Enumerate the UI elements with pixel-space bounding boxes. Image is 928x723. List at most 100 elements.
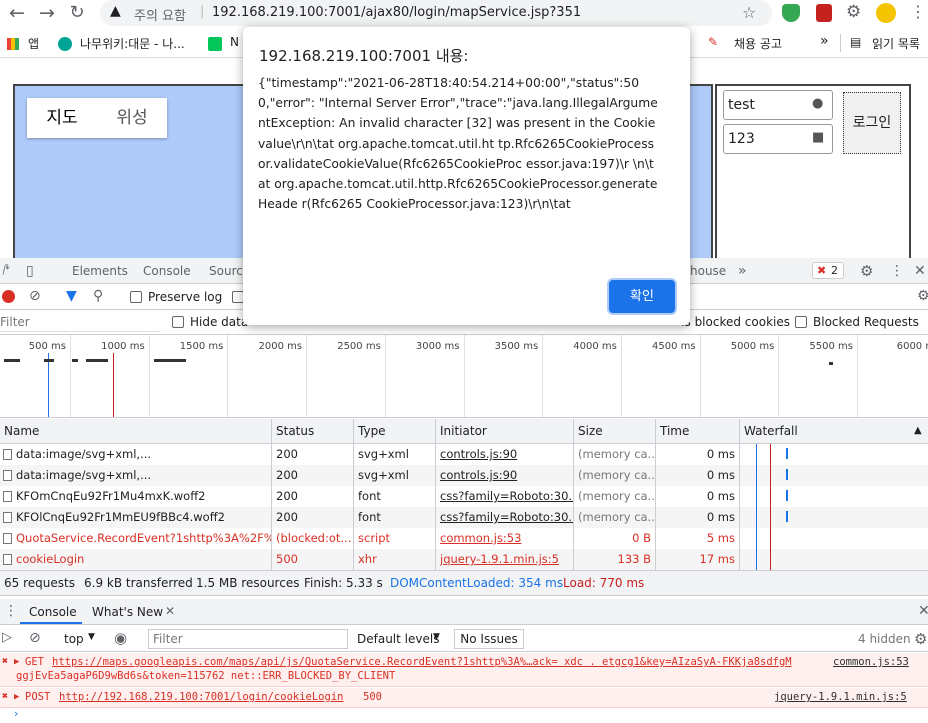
ublock-extension-icon[interactable] [816,4,832,22]
col-time[interactable]: Time [656,419,740,444]
error-icon: ✖ [2,691,9,702]
sidebar-toggle-icon[interactable]: ▷ [2,630,12,645]
eye-icon[interactable]: ◉ [114,629,127,647]
dialog-message-scroll[interactable]: {"timestamp":"2021-06-28T18:40:54.214+00… [258,73,674,263]
tab-console[interactable]: Console [143,258,191,284]
user-icon: ● [812,96,824,111]
cell-name: data:image/svg+xml,... [0,444,272,465]
search-icon[interactable]: ⚲ [93,288,103,304]
col-type[interactable]: Type [354,419,436,444]
bookmark-naver[interactable]: N [230,35,239,49]
network-settings-icon[interactable]: ⚙ [917,288,928,304]
table-row[interactable]: KFOlCnqEu92Fr1MmEU9fBBc4.woff2 200 font css… [0,507,928,528]
error-icon: ✖ [817,264,827,277]
preserve-log-checkbox[interactable] [130,291,142,303]
tab-lighthouse[interactable]: house [690,258,726,284]
cell-initiator[interactable]: controls.js:90 [436,444,574,465]
menu-kebab-icon[interactable]: ⋮ [910,2,926,21]
file-icon [3,533,12,544]
profile-avatar[interactable] [876,3,896,23]
table-row[interactable]: KFOmCnqEu92Fr1Mu4mxK.woff2 200 font css?fam… [0,486,928,507]
settings-gear-icon[interactable]: ⚙ [860,258,873,284]
star-icon[interactable]: ☆ [742,3,756,22]
expand-triangle-icon[interactable]: ▶ [14,657,19,667]
bookmark-jobs[interactable]: 채용 공고 [734,35,782,52]
drawer-menu-icon[interactable]: ⋮ [4,603,18,619]
cell-initiator[interactable]: jquery-1.9.1.min.js:5 [436,549,574,570]
console-clear-icon[interactable]: ⊘ [29,630,41,646]
col-waterfall[interactable]: Waterfall [740,419,928,444]
timeline-tick-label: 5500 ms [809,341,853,352]
bookmark-overflow[interactable]: » [820,33,829,49]
bookmark-reading-list[interactable]: 읽기 목록 [872,35,920,52]
col-initiator[interactable]: Initiator [436,419,574,444]
load-time: Load: 770 ms [563,576,645,590]
message-url[interactable]: https://maps.googleapis.com/maps/api/js/… [52,656,827,668]
apps-grid-icon[interactable] [7,38,19,50]
bookmark-apps[interactable]: 앱 [28,35,39,52]
table-row[interactable]: data:image/svg+xml,... 200 svg+xml controls… [0,444,928,465]
timeline-gridline [306,335,308,417]
close-devtools-icon[interactable]: ✕ [914,258,926,284]
map-tab[interactable]: 지도 [27,98,97,138]
timeline-tick-label: 5000 ms [730,341,775,352]
table-row[interactable]: data:image/svg+xml,... 200 svg+xml controls… [0,465,928,486]
password-field[interactable]: 123 ■ [723,124,833,154]
timeline-tick-label: 3000 ms [415,341,460,352]
warning-icon[interactable]: ▲ [110,3,121,19]
device-toggle-icon[interactable]: ▯ [26,258,34,284]
more-tabs-icon[interactable]: » [738,258,747,284]
file-icon [3,449,12,460]
record-icon[interactable] [2,290,15,303]
log-levels-dropdown[interactable]: Default levels [357,632,439,646]
close-whats-new-icon[interactable]: ✕ [165,604,175,618]
col-size[interactable]: Size [574,419,656,444]
col-status[interactable]: Status [272,419,354,444]
close-drawer-icon[interactable]: ✕ [918,603,928,619]
bookmark-namuwiki[interactable]: 나무위키:대문 - 나... [80,35,185,52]
expand-triangle-icon[interactable]: ▶ [14,692,19,702]
issues-button[interactable]: No Issues [454,629,524,649]
cell-initiator[interactable]: css?family=Roboto:30... [436,486,574,507]
url-text[interactable]: 192.168.219.100:7001/ajax80/login/mapSer… [212,5,581,20]
context-selector[interactable]: top [64,632,84,646]
cell-time: 0 ms [656,444,740,465]
console-prompt[interactable]: › [0,707,928,723]
network-overview-timeline[interactable]: 500 ms 1000 ms 1500 ms 2000 ms 2500 ms 3000 m… [0,335,928,418]
satellite-tab[interactable]: 위성 [97,98,167,138]
reload-icon[interactable]: ↻ [62,0,92,26]
tab-elements[interactable]: Elements [72,258,128,284]
inspect-icon[interactable]: ⭚ [2,258,10,284]
drawer-tab-whats-new[interactable]: What's New [92,605,163,619]
network-filter-input[interactable]: Filter [0,313,160,332]
col-name[interactable]: Name [0,419,272,444]
cell-initiator[interactable]: css?family=Roboto:30... [436,507,574,528]
back-icon[interactable]: ← [2,0,32,26]
message-source[interactable]: common.js:53 [833,656,909,668]
ok-button[interactable]: 확인 [609,280,675,313]
table-row[interactable]: cookieLogin 500 xhr jquery-1.9.1.min.js:5 13… [0,549,928,570]
cell-initiator[interactable]: controls.js:90 [436,465,574,486]
forward-icon[interactable]: → [32,0,62,26]
message-url[interactable]: http://192.168.219.100:7001/login/cookie… [59,691,343,703]
message-source[interactable]: jquery-1.9.1.min.js:5 [774,691,907,703]
console-filter-input[interactable]: Filter [148,629,348,649]
dcl-marker [48,353,49,417]
table-row[interactable]: QuotaService.RecordEvent?1shttp%3A%2F%2.… [0,528,928,549]
filter-funnel-icon[interactable]: ▼ [66,288,77,304]
clear-icon[interactable]: ⊘ [29,288,41,304]
waterfall-bar [786,448,788,459]
cell-initiator[interactable]: common.js:53 [436,528,574,549]
url-bar[interactable]: ▲ 주의 요함 | 192.168.219.100:7001/ajax80/lo… [100,0,772,26]
devtools-menu-icon[interactable]: ⋮ [890,258,904,284]
waterfall-cell [740,465,928,486]
hide-data-urls-checkbox[interactable] [172,316,184,328]
blocked-requests-checkbox[interactable] [795,316,807,328]
login-button[interactable]: 로그인 [843,92,901,154]
extensions-puzzle-icon[interactable]: ⚙ [846,2,861,22]
id-field[interactable]: test ● [723,90,833,120]
shield-extension-icon[interactable] [782,4,800,22]
console-settings-icon[interactable]: ⚙ [914,630,927,648]
drawer-tab-console[interactable]: Console [29,605,77,619]
error-counter[interactable]: ✖ 2 [812,262,844,279]
